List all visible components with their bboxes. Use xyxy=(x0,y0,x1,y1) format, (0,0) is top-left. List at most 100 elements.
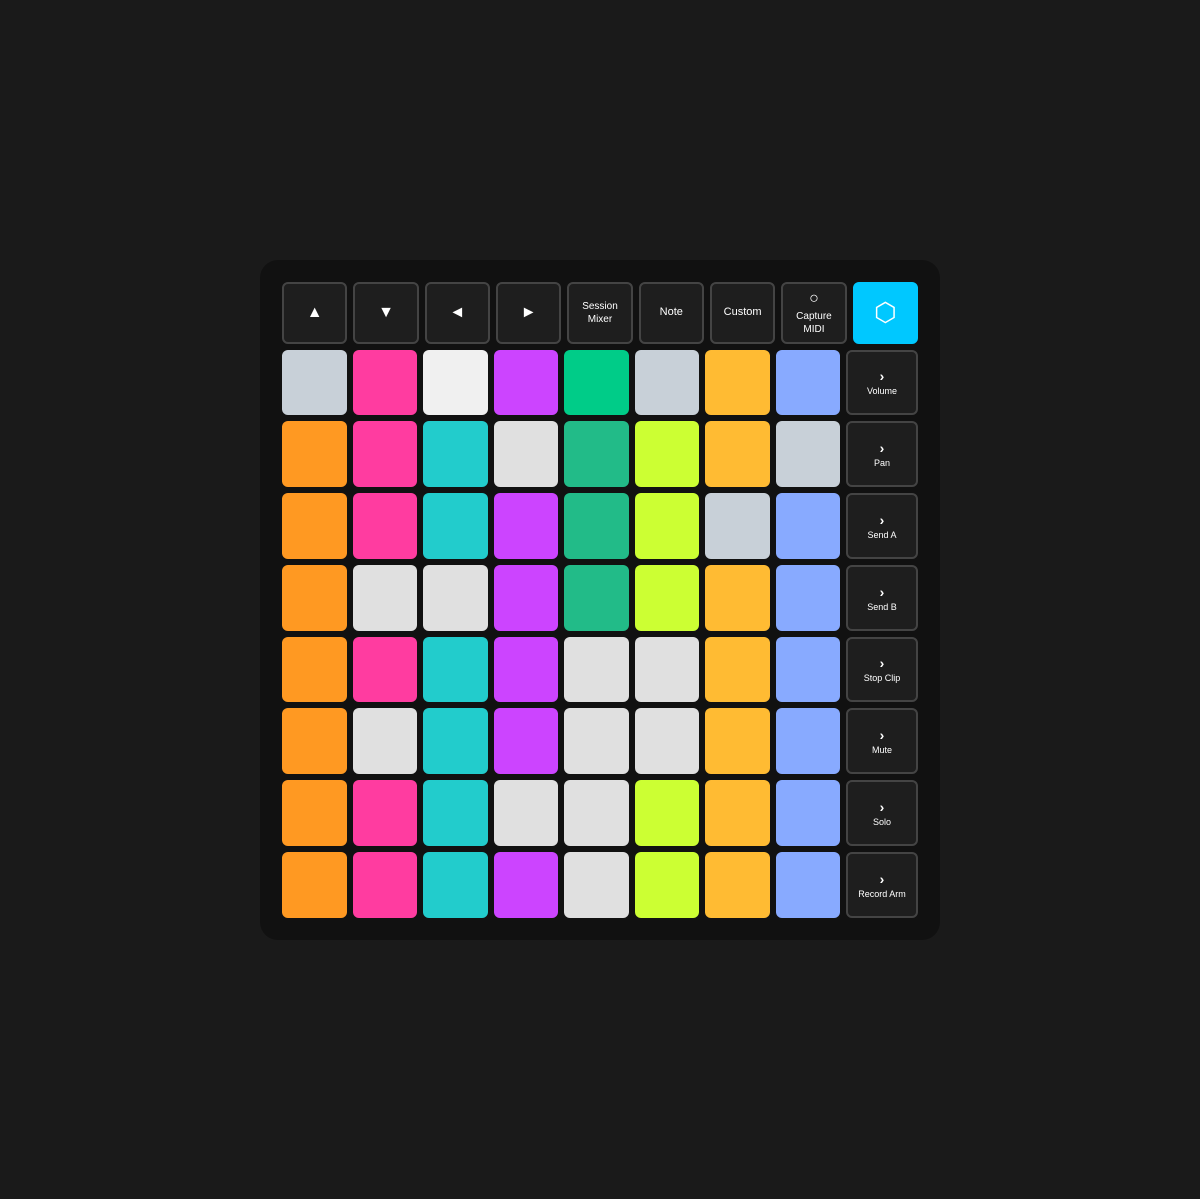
pad-r8c1[interactable] xyxy=(282,852,347,918)
pad-r4c1[interactable] xyxy=(282,565,347,631)
pad-r2c6[interactable] xyxy=(635,421,700,487)
pad-r6c6[interactable] xyxy=(635,708,700,774)
pad-r7c2[interactable] xyxy=(353,780,418,846)
stop-clip-chevron-icon: › xyxy=(880,655,885,671)
send-a-button[interactable]: › Send A xyxy=(846,493,918,559)
main-area: › Volume › Pan › Send A › Send B › Stop … xyxy=(282,350,918,918)
solo-label: Solo xyxy=(873,817,891,827)
pad-r1c3[interactable] xyxy=(423,350,488,416)
pad-r5c4[interactable] xyxy=(494,637,559,703)
custom-button[interactable]: Custom xyxy=(710,282,775,344)
pad-r8c7[interactable] xyxy=(705,852,770,918)
pad-r3c4[interactable] xyxy=(494,493,559,559)
send-b-label: Send B xyxy=(867,602,897,612)
capture-midi-label: Capture MIDI xyxy=(787,310,840,336)
pad-r5c8[interactable] xyxy=(776,637,841,703)
pad-r3c3[interactable] xyxy=(423,493,488,559)
pad-r2c7[interactable] xyxy=(705,421,770,487)
pad-r8c5[interactable] xyxy=(564,852,629,918)
right-button[interactable]: ► xyxy=(496,282,561,344)
pad-r2c5[interactable] xyxy=(564,421,629,487)
pad-r6c3[interactable] xyxy=(423,708,488,774)
pad-r1c7[interactable] xyxy=(705,350,770,416)
down-button[interactable]: ▼ xyxy=(353,282,418,344)
send-b-button[interactable]: › Send B xyxy=(846,565,918,631)
pad-r5c2[interactable] xyxy=(353,637,418,703)
pad-r7c6[interactable] xyxy=(635,780,700,846)
stop-clip-label: Stop Clip xyxy=(864,673,901,683)
pad-r1c8[interactable] xyxy=(776,350,841,416)
pad-r5c6[interactable] xyxy=(635,637,700,703)
pad-r3c1[interactable] xyxy=(282,493,347,559)
pad-r4c8[interactable] xyxy=(776,565,841,631)
solo-chevron-icon: › xyxy=(880,799,885,815)
pad-r7c1[interactable] xyxy=(282,780,347,846)
pad-r3c2[interactable] xyxy=(353,493,418,559)
pad-r5c1[interactable] xyxy=(282,637,347,703)
pad-r7c3[interactable] xyxy=(423,780,488,846)
pad-r5c3[interactable] xyxy=(423,637,488,703)
launchpad-controller: ▲ ▼ ◄ ► SessionMixer Note Custom ○ Captu… xyxy=(260,260,940,940)
pad-r4c2[interactable] xyxy=(353,565,418,631)
pad-r7c5[interactable] xyxy=(564,780,629,846)
pad-r3c7[interactable] xyxy=(705,493,770,559)
left-button[interactable]: ◄ xyxy=(425,282,490,344)
pad-r7c7[interactable] xyxy=(705,780,770,846)
up-button[interactable]: ▲ xyxy=(282,282,347,344)
solo-button[interactable]: › Solo xyxy=(846,780,918,846)
pad-r2c1[interactable] xyxy=(282,421,347,487)
pad-r6c4[interactable] xyxy=(494,708,559,774)
pan-chevron-icon: › xyxy=(880,440,885,456)
pad-r1c2[interactable] xyxy=(353,350,418,416)
pad-r1c4[interactable] xyxy=(494,350,559,416)
pad-r2c2[interactable] xyxy=(353,421,418,487)
right-column: › Volume › Pan › Send A › Send B › Stop … xyxy=(846,350,918,918)
pad-r3c8[interactable] xyxy=(776,493,841,559)
pad-r7c4[interactable] xyxy=(494,780,559,846)
pad-r8c2[interactable] xyxy=(353,852,418,918)
pad-r4c5[interactable] xyxy=(564,565,629,631)
pad-r2c8[interactable] xyxy=(776,421,841,487)
pad-r7c8[interactable] xyxy=(776,780,841,846)
note-button[interactable]: Note xyxy=(639,282,704,344)
session-mixer-label: SessionMixer xyxy=(582,300,618,326)
pad-r3c5[interactable] xyxy=(564,493,629,559)
pad-r1c1[interactable] xyxy=(282,350,347,416)
pad-r2c3[interactable] xyxy=(423,421,488,487)
pad-r4c4[interactable] xyxy=(494,565,559,631)
capture-midi-button[interactable]: ○ Capture MIDI xyxy=(781,282,846,344)
volume-button[interactable]: › Volume xyxy=(846,350,918,416)
novation-button[interactable]: ⬡ xyxy=(853,282,918,344)
pad-r3c6[interactable] xyxy=(635,493,700,559)
mute-chevron-icon: › xyxy=(880,727,885,743)
pad-r6c7[interactable] xyxy=(705,708,770,774)
pad-r6c8[interactable] xyxy=(776,708,841,774)
pad-r5c7[interactable] xyxy=(705,637,770,703)
pad-r8c8[interactable] xyxy=(776,852,841,918)
pan-label: Pan xyxy=(874,458,890,468)
pad-r2c4[interactable] xyxy=(494,421,559,487)
custom-label: Custom xyxy=(724,306,762,319)
record-arm-button[interactable]: › Record Arm xyxy=(846,852,918,918)
session-mixer-button[interactable]: SessionMixer xyxy=(567,282,632,344)
pan-button[interactable]: › Pan xyxy=(846,421,918,487)
pad-r4c7[interactable] xyxy=(705,565,770,631)
volume-chevron-icon: › xyxy=(880,368,885,384)
pad-r6c5[interactable] xyxy=(564,708,629,774)
pad-r8c4[interactable] xyxy=(494,852,559,918)
novation-icon: ⬡ xyxy=(874,297,897,328)
stop-clip-button[interactable]: › Stop Clip xyxy=(846,637,918,703)
pad-r4c6[interactable] xyxy=(635,565,700,631)
top-row: ▲ ▼ ◄ ► SessionMixer Note Custom ○ Captu… xyxy=(282,282,918,344)
record-arm-label: Record Arm xyxy=(858,889,906,899)
mute-button[interactable]: › Mute xyxy=(846,708,918,774)
pad-r8c6[interactable] xyxy=(635,852,700,918)
pad-r1c6[interactable] xyxy=(635,350,700,416)
pad-r1c5[interactable] xyxy=(564,350,629,416)
pad-r5c5[interactable] xyxy=(564,637,629,703)
pad-r8c3[interactable] xyxy=(423,852,488,918)
pad-r4c3[interactable] xyxy=(423,565,488,631)
pad-grid xyxy=(282,350,840,918)
pad-r6c2[interactable] xyxy=(353,708,418,774)
pad-r6c1[interactable] xyxy=(282,708,347,774)
